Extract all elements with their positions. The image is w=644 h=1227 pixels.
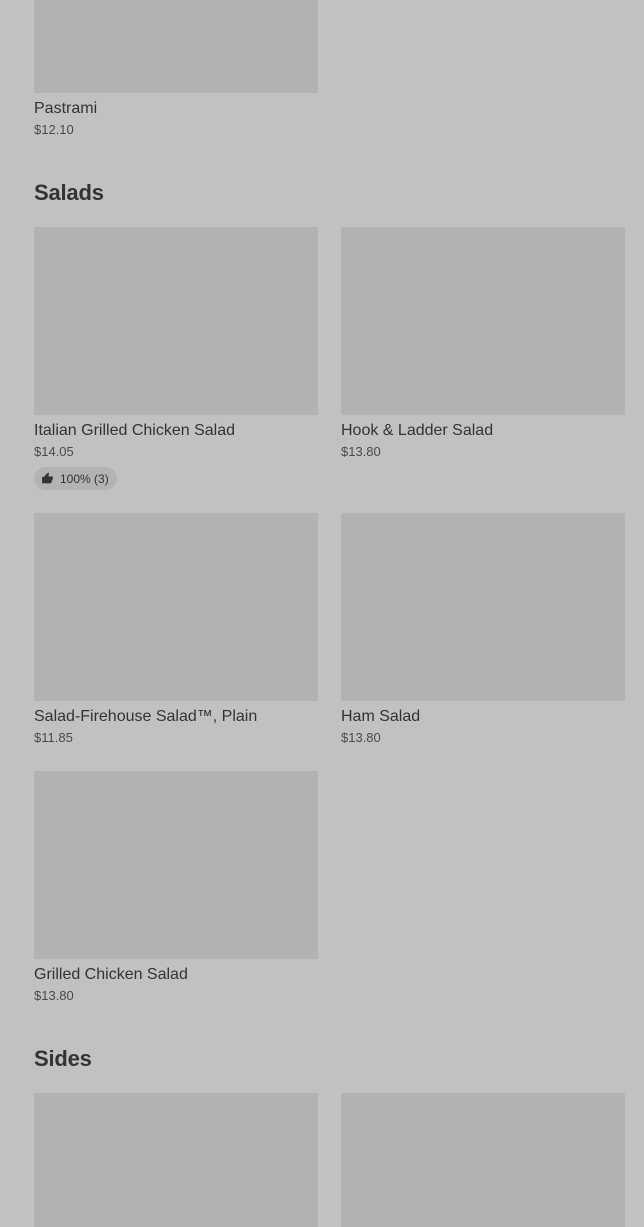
rating-text: 100% (3): [60, 471, 109, 486]
item-name: Italian Grilled Chicken Salad: [34, 422, 235, 439]
section-title-salads: Salads: [34, 180, 104, 205]
item-price: $13.80: [34, 988, 74, 1003]
item-image: [34, 0, 318, 93]
item-name: Salad-Firehouse Salad™, Plain: [34, 708, 258, 725]
item-price: $14.05: [34, 444, 74, 459]
item-price: $12.10: [34, 122, 74, 137]
menu-item-italian-grilled-chicken-salad[interactable]: Italian Grilled Chicken Salad $14.05 100…: [34, 227, 318, 490]
menu-item-hook-ladder-salad[interactable]: Hook & Ladder Salad $13.80: [341, 227, 625, 460]
menu-item-ham-salad[interactable]: Ham Salad $13.80: [341, 513, 625, 746]
item-price: $13.80: [341, 444, 381, 459]
item-image: [34, 1093, 318, 1227]
item-price: $13.80: [341, 730, 381, 745]
section-title-sides: Sides: [34, 1046, 92, 1071]
item-name: Pastrami: [34, 100, 98, 117]
menu-page: Pastrami $12.10 Salads Italian Grilled C…: [0, 0, 644, 1227]
item-image: [341, 1093, 625, 1227]
item-image: [34, 513, 318, 701]
item-image: [34, 227, 318, 415]
rating-badge: 100% (3): [34, 467, 117, 490]
item-image: [341, 227, 625, 415]
item-image: [341, 513, 625, 701]
item-name: Ham Salad: [341, 708, 421, 725]
item-name: Grilled Chicken Salad: [34, 966, 188, 983]
menu-item-grilled-chicken-salad[interactable]: Grilled Chicken Salad $13.80: [34, 771, 318, 1004]
item-price: $11.85: [34, 730, 73, 745]
thumbs-up-icon: [42, 472, 53, 484]
menu-item-side-1[interactable]: [34, 1093, 318, 1227]
menu-item-side-2[interactable]: [341, 1093, 625, 1227]
item-name: Hook & Ladder Salad: [341, 422, 494, 439]
menu-item-firehouse-salad-plain[interactable]: Salad-Firehouse Salad™, Plain $11.85: [34, 513, 318, 746]
menu-item-pastrami[interactable]: Pastrami $12.10: [34, 0, 318, 138]
item-image: [34, 771, 318, 959]
